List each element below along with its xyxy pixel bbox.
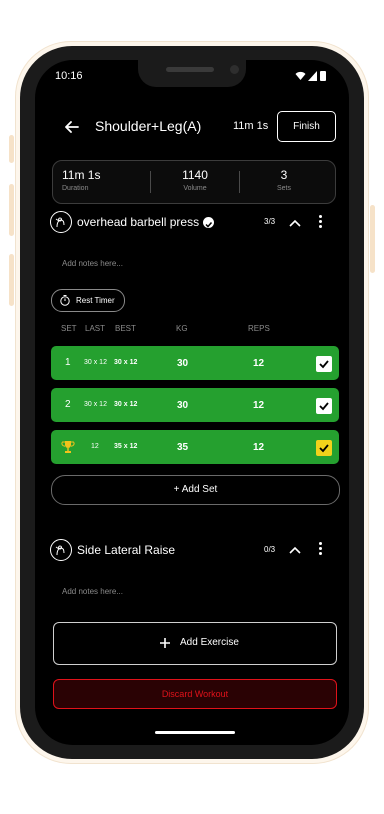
set-kg[interactable]: 30	[177, 358, 188, 369]
summary-sets-label: Sets	[276, 185, 291, 192]
column-best: BEST	[115, 324, 136, 333]
phone-volume-up-button	[9, 184, 14, 236]
set-row: 2 30 x 12 30 x 12 30 12	[51, 388, 339, 422]
set-last: 30 x 12	[84, 401, 107, 408]
exercise-name[interactable]: Side Lateral Raise	[77, 543, 175, 557]
set-complete-checkbox[interactable]	[316, 356, 332, 372]
add-exercise-label: Add Exercise	[180, 637, 239, 648]
front-camera	[230, 65, 239, 74]
exercise-progress: 0/3	[264, 545, 276, 554]
rest-timer-label: Rest Timer	[76, 296, 115, 305]
workout-title: Shoulder+Leg(A)	[95, 118, 202, 134]
set-last: 12	[91, 443, 99, 450]
summary-card: 11m 1s Duration 1140 Volume 3 Sets	[52, 160, 336, 204]
check-icon	[319, 402, 329, 411]
summary-volume-label: Volume	[183, 185, 207, 192]
set-best: 30 x 12	[114, 359, 138, 366]
battery-icon	[320, 71, 326, 81]
set-best: 35 x 12	[114, 443, 138, 450]
exercise-avatar	[50, 539, 72, 561]
column-last: LAST	[85, 324, 106, 333]
set-row: 1 30 x 12 30 x 12 30 12	[51, 346, 339, 380]
status-icons	[295, 70, 335, 82]
exercise-name[interactable]: overhead barbell press	[77, 215, 199, 229]
app-screen: 10:16 Shoulder+Leg(A) 11m 1s Finish 11m …	[35, 60, 349, 745]
signal-icon	[308, 71, 317, 81]
status-time: 10:16	[55, 70, 83, 82]
more-options-icon[interactable]	[319, 215, 323, 229]
rest-timer-button[interactable]: Rest Timer	[51, 289, 125, 312]
add-exercise-button[interactable]: Add Exercise	[53, 622, 337, 665]
exercise-progress: 3/3	[264, 217, 276, 226]
set-row: 12 35 x 12 35 12	[51, 430, 339, 464]
column-set: SET	[61, 324, 77, 333]
notch	[138, 60, 246, 87]
verified-check-icon	[203, 217, 214, 228]
column-reps: REPS	[248, 324, 270, 333]
more-options-icon[interactable]	[319, 542, 323, 556]
exercise-avatar	[50, 211, 72, 233]
column-kg: KG	[176, 324, 188, 333]
check-icon	[319, 444, 329, 453]
summary-duration-value: 11m 1s	[62, 168, 101, 182]
set-complete-checkbox[interactable]	[316, 398, 332, 414]
lifter-icon	[55, 217, 65, 228]
wifi-icon	[295, 71, 306, 80]
set-reps[interactable]: 12	[253, 358, 264, 369]
trophy-icon	[61, 441, 75, 453]
back-button[interactable]	[61, 116, 83, 138]
home-indicator[interactable]	[155, 731, 235, 734]
phone-volume-down-button	[9, 254, 14, 306]
set-kg[interactable]: 35	[177, 442, 188, 453]
chevron-up-icon[interactable]	[289, 219, 301, 227]
set-best: 30 x 12	[114, 401, 138, 408]
chevron-up-icon[interactable]	[289, 546, 301, 554]
set-number: 2	[65, 399, 71, 410]
phone-power-button	[370, 205, 375, 273]
discard-workout-button[interactable]: Discard Workout	[53, 679, 337, 709]
plus-icon	[160, 638, 170, 648]
summary-sets-value: 3	[280, 168, 288, 182]
set-reps[interactable]: 12	[253, 442, 264, 453]
lifter-icon	[55, 545, 65, 556]
check-icon	[319, 360, 329, 369]
finish-button[interactable]: Finish	[277, 111, 336, 142]
notes-input[interactable]: Add notes here...	[62, 587, 123, 596]
stopwatch-icon	[60, 295, 70, 306]
notes-input[interactable]: Add notes here...	[62, 259, 123, 268]
set-number: 1	[65, 357, 71, 368]
speaker-grille	[166, 67, 214, 72]
set-reps[interactable]: 12	[253, 400, 264, 411]
summary-divider	[239, 171, 240, 193]
set-complete-checkbox[interactable]	[316, 440, 332, 456]
set-last: 30 x 12	[84, 359, 107, 366]
arrow-left-icon	[65, 121, 79, 133]
summary-divider	[150, 171, 151, 193]
set-kg[interactable]: 30	[177, 400, 188, 411]
elapsed-time: 11m 1s	[233, 120, 269, 132]
summary-duration-label: Duration	[62, 185, 89, 192]
summary-volume-value: 1140	[182, 168, 208, 182]
phone-side-button	[9, 135, 14, 163]
add-set-button[interactable]: + Add Set	[51, 475, 340, 505]
